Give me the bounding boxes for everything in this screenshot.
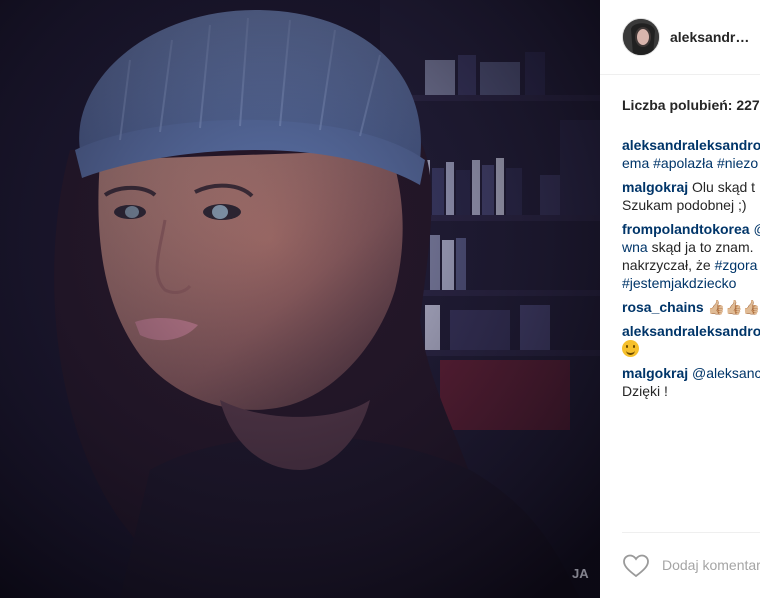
comment-emoji-text: 👍🏼👍🏼👍🏼 (703, 299, 760, 315)
post-sidebar: aleksandr… Liczba polubień: 227 aleksand… (600, 0, 760, 598)
comment-text: nakrzyczał, że (622, 257, 715, 273)
comment-item: malgokraj @aleksanc Dzięki ! (622, 364, 760, 400)
comment-hashtag[interactable]: #zgora (715, 257, 758, 273)
comment-author[interactable]: malgokraj (622, 179, 688, 195)
comment-author[interactable]: aleksandraleksandro (622, 322, 760, 340)
post-photo[interactable]: JA (0, 0, 600, 598)
likes-count[interactable]: Liczba polubień: 227 (622, 97, 760, 113)
watermark-text: JA (572, 566, 589, 581)
comment-mention[interactable]: @ (750, 221, 760, 237)
comment-item: rosa_chains 👍🏼👍🏼👍🏼 (622, 298, 760, 316)
comment-mention[interactable]: wna (622, 239, 648, 255)
comment-hashtags[interactable]: ema #apolazła #niezo (622, 154, 760, 172)
comment-item: malgokraj Olu skąd t Szukam podobnej ;) (622, 178, 760, 214)
avatar[interactable] (622, 18, 660, 56)
comment-author[interactable]: rosa_chains (622, 299, 704, 315)
add-comment-input[interactable] (662, 557, 760, 573)
post-header: aleksandr… (600, 0, 760, 75)
smile-emoji-icon (622, 340, 639, 357)
comment-text: Dzięki ! (622, 383, 668, 399)
comment-item: aleksandraleksandro (622, 322, 760, 358)
comment-item: frompolandtokorea @ wna skąd ja to znam.… (622, 220, 760, 292)
comment-mention[interactable]: @aleksanc (688, 365, 760, 381)
comment-text: Szukam podobnej ;) (622, 197, 747, 213)
comment-author[interactable]: aleksandraleksandro (622, 136, 760, 154)
avatar-image (623, 19, 659, 55)
comment-author[interactable]: frompolandtokorea (622, 221, 750, 237)
comment-author[interactable]: malgokraj (622, 365, 688, 381)
photo-illustration (0, 0, 600, 598)
username-link[interactable]: aleksandr… (670, 29, 749, 45)
comment-item: aleksandraleksandro ema #apolazła #niezo (622, 136, 760, 172)
comment-text: skąd ja to znam. (647, 239, 754, 255)
heart-icon[interactable] (622, 553, 650, 579)
comment-hashtag[interactable]: #jestemjakdziecko (622, 274, 760, 292)
comment-text: Olu skąd t (688, 179, 756, 195)
comments-list: aleksandraleksandro ema #apolazła #niezo… (622, 136, 760, 406)
divider (622, 532, 760, 533)
